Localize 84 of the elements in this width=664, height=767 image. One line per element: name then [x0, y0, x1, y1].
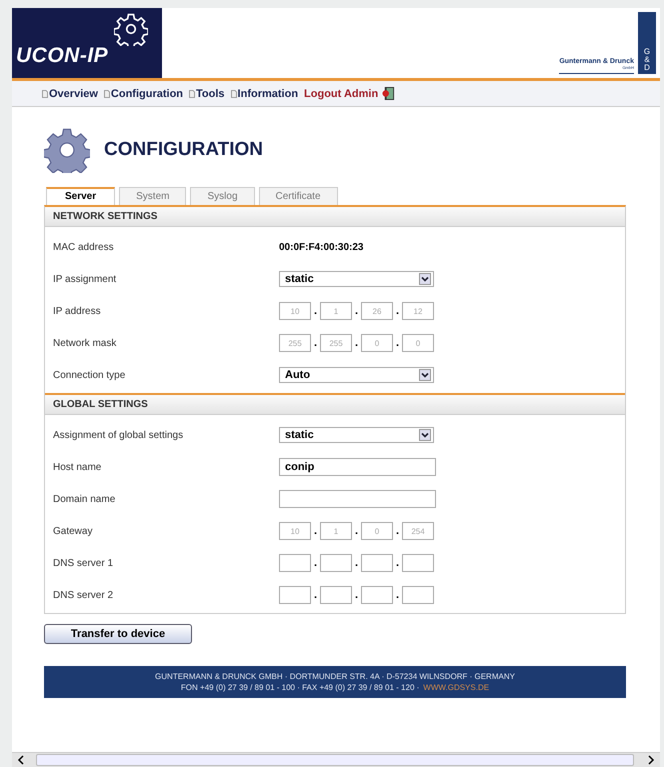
- ip-octet-field[interactable]: 0: [361, 522, 393, 540]
- ip-octet-field[interactable]: 255: [279, 334, 311, 352]
- dot-separator: .: [312, 557, 318, 569]
- ip-octet-field[interactable]: [320, 586, 352, 604]
- page-icon: [189, 90, 196, 98]
- tab[interactable]: System: [119, 187, 186, 205]
- dot-separator: .: [394, 525, 400, 537]
- field-label: IP address: [53, 306, 102, 316]
- ip-octet-field[interactable]: 12: [402, 302, 434, 320]
- gear-icon: [44, 127, 90, 173]
- dropdown[interactable]: Auto: [279, 367, 434, 383]
- exit-door-icon: [382, 86, 396, 101]
- ip-octet-field[interactable]: 1: [320, 522, 352, 540]
- tab[interactable]: Syslog: [190, 187, 254, 205]
- website-link[interactable]: WWW.GDSYS.DE: [423, 683, 490, 692]
- page-icon: [104, 90, 110, 98]
- dot-separator: .: [312, 305, 318, 317]
- field-label: DNS server 1: [53, 558, 114, 568]
- horizontal-scrollbar[interactable]: [12, 752, 660, 767]
- ip-octet-field[interactable]: 10: [279, 522, 311, 540]
- section-header: NETWORK SETTINGS: [45, 207, 625, 227]
- field-label: IP assignment: [53, 274, 118, 284]
- caret-icon: [419, 429, 431, 441]
- transfer-button[interactable]: Transfer to device: [44, 624, 192, 644]
- product-name: UCON-IP: [16, 44, 108, 68]
- dot-separator: .: [354, 525, 360, 537]
- footer-address: GUNTERMANN & DRUNCK GMBH · DORTMUNDER STR. 4A · D-57234 WILNSDORF · GERMANY: [155, 672, 515, 681]
- tab[interactable]: Server: [46, 187, 116, 205]
- dot-separator: .: [354, 557, 360, 569]
- ip-octet-field[interactable]: [279, 554, 311, 572]
- caret-icon: [419, 369, 431, 381]
- ip-octet-field[interactable]: 1: [320, 302, 352, 320]
- gear-icon: [114, 12, 148, 46]
- page-title: CONFIGURATION: [104, 139, 264, 161]
- logout-link[interactable]: Logout Admin: [304, 86, 396, 101]
- ip-octet-field[interactable]: 10: [279, 302, 311, 320]
- dot-separator: .: [312, 337, 318, 349]
- page-icon: [230, 90, 237, 98]
- ip-octet-field[interactable]: 26: [361, 302, 393, 320]
- dropdown[interactable]: static: [279, 271, 434, 287]
- ip-octet-field[interactable]: [361, 586, 393, 604]
- ip-octet-field[interactable]: [279, 586, 311, 604]
- scroll-right-icon: [646, 755, 656, 765]
- nav-link[interactable]: Information: [230, 88, 298, 100]
- text-field[interactable]: conip: [279, 458, 436, 476]
- ip-octet-field[interactable]: [361, 554, 393, 572]
- field-label: Gateway: [53, 526, 94, 536]
- ip-octet-field[interactable]: 255: [320, 334, 352, 352]
- text-field[interactable]: [279, 490, 436, 508]
- field-label: Domain name: [53, 494, 116, 504]
- dropdown[interactable]: static: [279, 427, 434, 443]
- scroll-thumb[interactable]: [36, 754, 634, 766]
- dot-separator: .: [394, 589, 400, 601]
- dot-separator: .: [394, 557, 400, 569]
- dot-separator: .: [354, 337, 360, 349]
- ip-octet-field[interactable]: 0: [361, 334, 393, 352]
- field-label: Assignment of global settings: [53, 430, 184, 440]
- dot-separator: .: [312, 589, 318, 601]
- field-value: 00:0F:F4:00:30:23: [279, 242, 364, 252]
- ip-octet-field[interactable]: 254: [402, 522, 434, 540]
- field-label: Network mask: [53, 338, 118, 348]
- nav-link[interactable]: Tools: [189, 88, 225, 100]
- footer-contact: FON +49 (0) 27 39 / 89 01 - 100 · FAX +49 (0) 27 39 / 89 01 - 120 ·: [180, 683, 420, 692]
- dot-separator: .: [354, 589, 360, 601]
- page-icon: [42, 90, 48, 98]
- ip-octet-field[interactable]: [402, 586, 434, 604]
- section-header: GLOBAL SETTINGS: [45, 393, 625, 415]
- company-logo: G & D: [638, 12, 656, 74]
- dot-separator: .: [312, 525, 318, 537]
- ip-octet-field[interactable]: [402, 554, 434, 572]
- caret-icon: [419, 273, 431, 285]
- nav-link[interactable]: Overview: [42, 88, 98, 100]
- field-label: DNS server 2: [53, 590, 114, 600]
- tab[interactable]: Certificate: [258, 187, 338, 205]
- dot-separator: .: [394, 305, 400, 317]
- dot-separator: .: [394, 337, 400, 349]
- field-label: Connection type: [53, 370, 126, 380]
- nav-link[interactable]: Configuration: [104, 88, 184, 100]
- field-label: MAC address: [53, 242, 115, 252]
- ip-octet-field[interactable]: 0: [402, 334, 434, 352]
- scroll-left-icon: [16, 755, 26, 765]
- dot-separator: .: [354, 305, 360, 317]
- ip-octet-field[interactable]: [320, 554, 352, 572]
- field-label: Host name: [53, 462, 102, 472]
